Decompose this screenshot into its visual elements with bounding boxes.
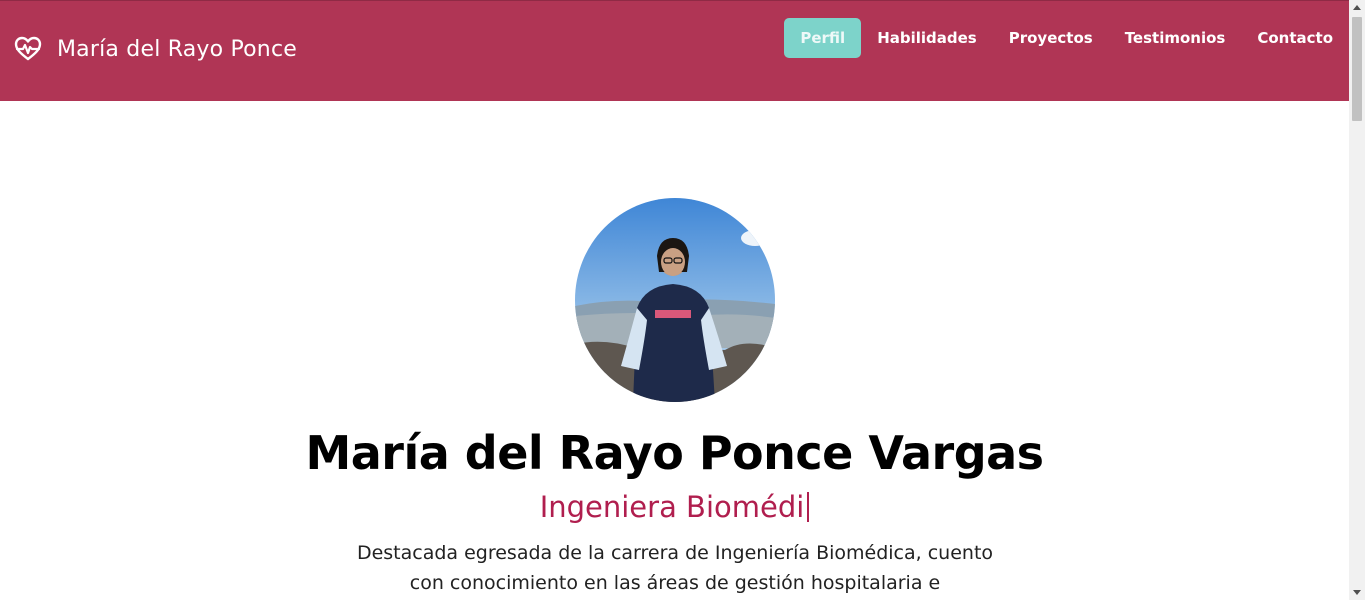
scroll-down-icon[interactable]: [1353, 590, 1361, 595]
typing-cursor: [807, 492, 810, 522]
scrollbar[interactable]: [1349, 0, 1365, 600]
scroll-thumb[interactable]: [1352, 17, 1362, 121]
brand-name: María del Rayo Ponce: [57, 36, 297, 62]
main-nav: Perfil Habilidades Proyectos Testimonios…: [784, 18, 1349, 58]
nav-item-proyectos[interactable]: Proyectos: [993, 18, 1109, 58]
hero-name: María del Rayo Ponce Vargas: [305, 426, 1044, 480]
nav-item-habilidades[interactable]: Habilidades: [861, 18, 993, 58]
hero-description: Destacada egresada de la carrera de Inge…: [356, 542, 994, 594]
nav-item-perfil[interactable]: Perfil: [784, 18, 862, 58]
heart-pulse-icon: [14, 36, 42, 61]
brand[interactable]: María del Rayo Ponce: [14, 35, 297, 63]
hero-role-text: Ingeniera Biomédi: [539, 490, 805, 524]
hero-role: Ingeniera Biomédi: [0, 490, 1349, 524]
nav-item-testimonios[interactable]: Testimonios: [1109, 18, 1242, 58]
nav-item-contacto[interactable]: Contacto: [1241, 18, 1349, 58]
scroll-up-icon[interactable]: [1353, 5, 1361, 10]
profile-photo: [575, 198, 775, 402]
navbar: María del Rayo Ponce Perfil Habilidades …: [0, 0, 1349, 101]
